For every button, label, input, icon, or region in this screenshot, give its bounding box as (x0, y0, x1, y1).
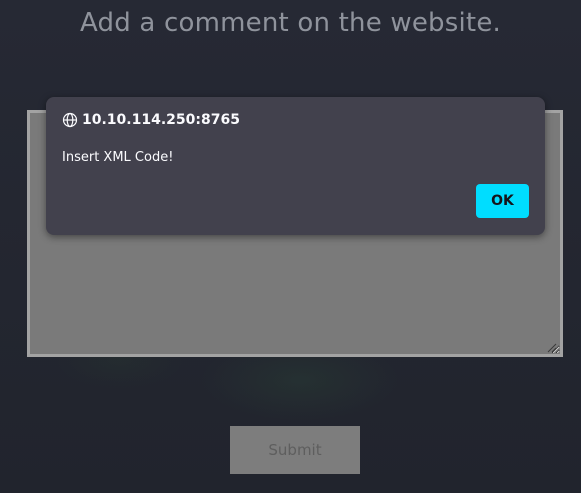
resize-grip-icon[interactable] (545, 341, 557, 353)
alert-dialog: 10.10.114.250:8765 Insert XML Code! OK (46, 97, 545, 235)
dialog-origin: 10.10.114.250:8765 (62, 112, 240, 128)
dialog-message: Insert XML Code! (62, 150, 174, 165)
globe-icon (62, 112, 78, 128)
dialog-origin-text: 10.10.114.250:8765 (82, 112, 240, 128)
submit-button[interactable]: Submit (230, 426, 360, 474)
ok-button[interactable]: OK (476, 184, 529, 218)
page-title: Add a comment on the website. (80, 8, 501, 38)
